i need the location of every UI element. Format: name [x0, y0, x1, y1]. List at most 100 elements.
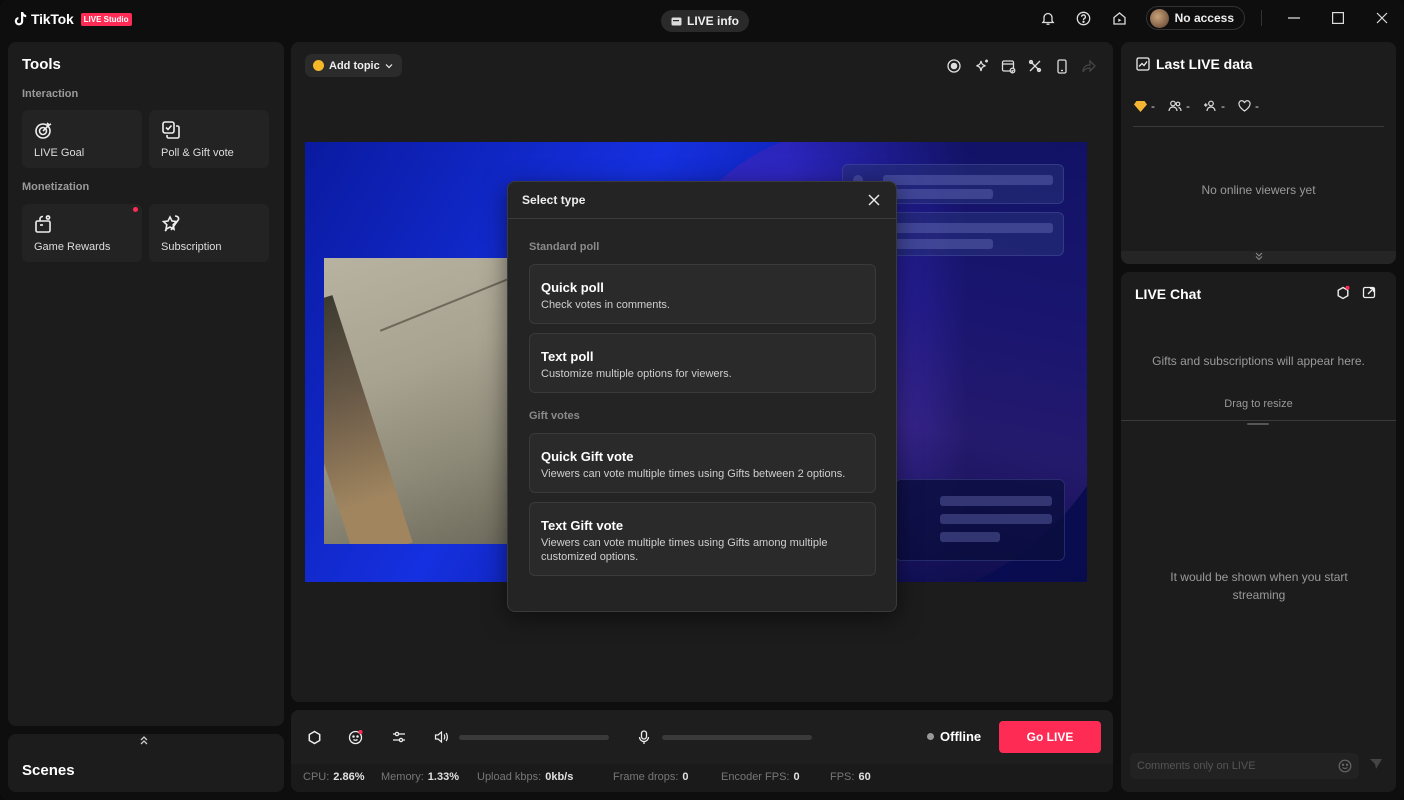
maximize-button[interactable] — [1316, 0, 1360, 36]
app-badge: LIVE Studio — [80, 12, 132, 26]
live-info-button[interactable]: LIVE info — [661, 10, 749, 32]
comment-input[interactable]: Comments only on LIVE — [1130, 753, 1359, 779]
tools-icon[interactable] — [1025, 56, 1045, 76]
live-info-label: LIVE info — [687, 14, 739, 28]
last-live-title: Last LIVE data — [1156, 56, 1253, 72]
microphone-icon — [638, 729, 650, 744]
option-title: Text Gift vote — [541, 518, 624, 533]
gear-icon — [1337, 285, 1350, 300]
maximize-icon — [1332, 12, 1344, 24]
option-title: Text poll — [541, 349, 594, 364]
option-description: Customize multiple options for viewers. — [541, 368, 732, 380]
account-label: No access — [1174, 11, 1234, 25]
section-interaction: Interaction — [22, 88, 79, 100]
dialog-title: Select type — [522, 193, 586, 207]
share-icon[interactable] — [1079, 56, 1099, 76]
speaker-button[interactable] — [431, 727, 451, 747]
stat-cpu: CPU: 2.86% — [303, 771, 365, 783]
stat-encoder-fps: Encoder FPS: 0 — [721, 771, 800, 783]
resize-handle[interactable] — [1121, 420, 1396, 421]
adjustments-button[interactable] — [389, 727, 409, 747]
send-button[interactable] — [1369, 757, 1383, 771]
title-bar: TikTok LIVE Studio LIVE info No access — [0, 0, 1404, 40]
last-live-data-panel: Last LIVE data - - - - No online viewers… — [1121, 42, 1396, 264]
no-viewers-message: No online viewers yet — [1201, 183, 1316, 197]
placeholder-card — [895, 479, 1065, 561]
tools-panel: Tools Interaction LIVE Goal Poll & Gift … — [8, 42, 284, 726]
microphone-button[interactable] — [634, 727, 654, 747]
record-icon[interactable] — [944, 56, 964, 76]
speaker-icon — [434, 730, 448, 744]
control-bar: Offline Go LIVE CPU: 2.86% Memory: 1.33% U… — [291, 710, 1113, 792]
phone-icon[interactable] — [1052, 56, 1072, 76]
close-window-button[interactable] — [1360, 0, 1404, 36]
gift-bag-icon — [35, 215, 51, 233]
tools-title: Tools — [22, 56, 61, 73]
diamond-icon — [1134, 100, 1147, 112]
chart-icon — [1136, 57, 1150, 71]
go-live-button[interactable]: Go LIVE — [999, 721, 1101, 753]
speaker-volume-slider[interactable] — [459, 735, 609, 740]
heart-icon — [1238, 100, 1251, 112]
tool-poll-gift-vote[interactable]: Poll & Gift vote — [149, 110, 269, 168]
resize-grip[interactable] — [1247, 423, 1269, 425]
add-topic-button[interactable]: Add topic — [305, 54, 402, 77]
bell-icon[interactable] — [1030, 0, 1066, 36]
popout-icon — [1362, 286, 1376, 299]
layout-icon[interactable] — [998, 56, 1018, 76]
tool-label: Subscription — [161, 241, 222, 253]
chat-empty-message: It would be shown when you start streami… — [1170, 570, 1348, 602]
avatar — [1149, 8, 1169, 28]
help-icon[interactable] — [1066, 0, 1102, 36]
tool-label: Poll & Gift vote — [161, 147, 234, 159]
expand-last-live-button[interactable] — [1121, 251, 1396, 264]
metric-viewers: - — [1168, 99, 1190, 113]
scenes-panel: Scenes — [8, 734, 284, 792]
chevron-down-icon — [385, 63, 393, 68]
send-icon — [1370, 759, 1382, 769]
option-title: Quick poll — [541, 280, 604, 295]
effects-icon[interactable] — [971, 56, 991, 76]
beauty-button[interactable] — [346, 727, 366, 747]
chevron-double-down-icon — [1255, 252, 1262, 261]
minimize-icon — [1288, 17, 1300, 19]
stat-memory: Memory: 1.33% — [381, 771, 459, 783]
tool-game-rewards[interactable]: Game Rewards — [22, 204, 142, 262]
close-icon — [1376, 12, 1388, 24]
comment-placeholder: Comments only on LIVE — [1137, 760, 1256, 772]
dialog-close-button[interactable] — [866, 192, 882, 208]
option-quick-gift-vote[interactable]: Quick Gift vote Viewers can vote multipl… — [529, 433, 876, 493]
chat-settings-button[interactable] — [1335, 285, 1353, 303]
expand-scenes-button[interactable] — [139, 734, 149, 749]
live-chat-title: LIVE Chat — [1135, 286, 1202, 302]
gear-icon — [308, 730, 320, 744]
home-icon[interactable] — [1102, 0, 1138, 36]
live-metrics: - - - - — [1134, 99, 1259, 113]
controls-row: Offline Go LIVE — [291, 710, 1113, 764]
camera-feed — [324, 258, 514, 544]
emoji-icon[interactable] — [1338, 759, 1352, 773]
metric-likes: - — [1238, 99, 1259, 113]
mic-volume-slider[interactable] — [662, 735, 812, 740]
settings-button[interactable] — [304, 727, 324, 747]
stream-status: Offline — [927, 729, 981, 744]
minimize-button[interactable] — [1272, 0, 1316, 36]
star-icon — [161, 215, 180, 232]
app-logo: TikTok LIVE Studio — [14, 11, 132, 27]
option-text-poll[interactable]: Text poll Customize multiple options for… — [529, 333, 876, 393]
option-description: Viewers can vote multiple times using Gi… — [541, 537, 828, 563]
stat-upload: Upload kbps: 0kb/s — [477, 771, 574, 783]
section-monetization: Monetization — [22, 181, 90, 193]
option-text-gift-vote[interactable]: Text Gift vote Viewers can vote multiple… — [529, 502, 876, 576]
popout-chat-button[interactable] — [1362, 285, 1380, 303]
chevron-double-up-icon — [140, 736, 148, 745]
tool-live-goal[interactable]: LIVE Goal — [22, 110, 142, 168]
metric-diamonds: - — [1134, 99, 1155, 113]
app-window: TikTok LIVE Studio LIVE info No access T… — [0, 0, 1404, 800]
section-gift-votes: Gift votes — [529, 410, 580, 422]
scenes-title: Scenes — [22, 762, 75, 779]
option-quick-poll[interactable]: Quick poll Check votes in comments. — [529, 264, 876, 324]
dialog-header: Select type — [508, 182, 896, 219]
account-button[interactable]: No access — [1145, 6, 1245, 30]
tool-subscription[interactable]: Subscription — [149, 204, 269, 262]
